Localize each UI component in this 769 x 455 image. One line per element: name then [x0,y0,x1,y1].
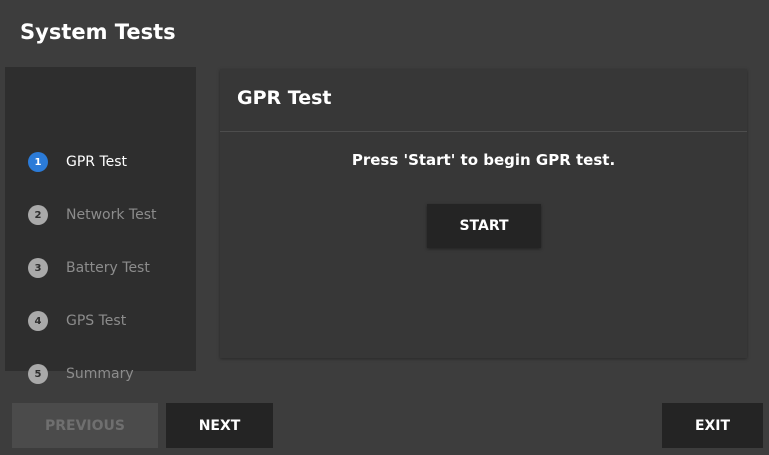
step-number-badge: 3 [28,258,48,278]
step-label: GPS Test [66,313,127,329]
step-label: Battery Test [66,260,150,276]
step-number-badge: 1 [28,152,48,172]
step-battery-test[interactable]: 3 Battery Test [28,256,150,280]
step-network-test[interactable]: 2 Network Test [28,203,156,227]
step-label: GPR Test [66,154,128,170]
steps-sidebar: 1 GPR Test 2 Network Test 3 Battery Test… [5,67,196,384]
next-button[interactable]: NEXT [166,403,273,448]
step-gps-test[interactable]: 4 GPS Test [28,309,126,333]
step-number-badge: 5 [28,364,48,384]
step-summary[interactable]: 5 Summary [28,362,134,386]
test-panel: GPR Test Press 'Start' to begin GPR test… [220,69,747,358]
app-title: System Tests [20,20,176,44]
panel-divider [220,131,747,132]
step-number-badge: 2 [28,205,48,225]
panel-title: GPR Test [237,87,332,109]
exit-button[interactable]: EXIT [662,403,763,448]
step-label: Network Test [66,207,157,223]
step-label: Summary [66,366,134,382]
start-button[interactable]: START [427,204,541,248]
instruction-text: Press 'Start' to begin GPR test. [351,151,616,169]
step-number-badge: 4 [28,311,48,331]
previous-button[interactable]: PREVIOUS [12,403,158,448]
step-gpr-test[interactable]: 1 GPR Test [28,150,127,174]
